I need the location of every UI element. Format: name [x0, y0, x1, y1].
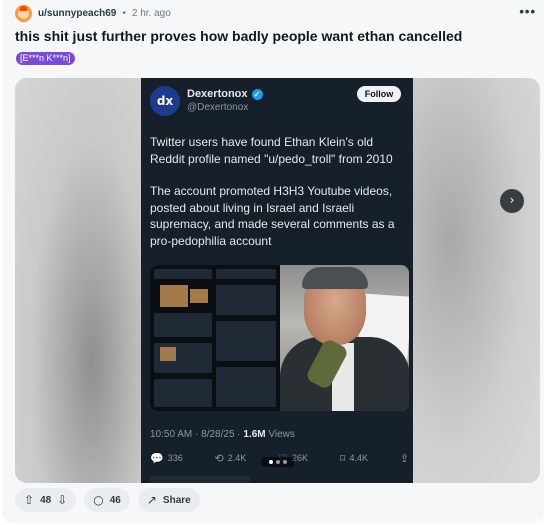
tweet-share: ⇪ — [400, 451, 409, 465]
post-time: 2 hr. ago — [131, 7, 171, 19]
tweet-replies: 💬 336 — [150, 451, 183, 465]
reply-icon: 💬 — [150, 451, 164, 465]
tweet-retweets: ⟲ 2.4K — [215, 451, 247, 465]
tweet-meta: 10:50 AM · 8/28/25 · 1.6M Views — [150, 429, 295, 440]
upvote-icon[interactable]: ⇧ — [24, 493, 34, 507]
tweet-paragraph-2: The account promoted H3H3 Youtube videos… — [150, 184, 395, 248]
tweet-bookmarks: ⌑ 4.4K — [340, 451, 368, 465]
tweet-views-count: 1.6M — [243, 429, 266, 440]
tweet-text: Twitter users have found Ethan Klein's o… — [150, 134, 408, 265]
comments-count: 46 — [109, 494, 121, 506]
post-card: u/sunnypeach69 • 2 hr. ago ••• this shit… — [3, 0, 544, 523]
post-flair[interactable]: [E***n K***n] — [16, 52, 75, 65]
post-title[interactable]: this shit just further proves how badly … — [15, 28, 535, 44]
reddit-profile-screenshot — [150, 265, 280, 411]
tweet-display-name: Dexertonox — [187, 88, 248, 100]
post-media-carousel[interactable]: dx Dexertonox ✓ @Dexertonox Follow Twitt… — [15, 78, 540, 483]
carousel-dot-1[interactable] — [269, 460, 273, 464]
tweet-media — [150, 265, 409, 411]
tweet-retweets-count: 2.4K — [227, 453, 247, 463]
carousel-dot-3[interactable] — [283, 460, 287, 464]
tweet-truncated-line — [150, 476, 250, 483]
retweet-icon: ⟲ — [214, 451, 224, 465]
media-blur-left — [15, 78, 143, 483]
share-arrow-icon: ↗ — [146, 493, 157, 507]
downvote-icon[interactable]: ⇩ — [57, 493, 67, 507]
vote-count: 48 — [40, 494, 52, 506]
username-link[interactable]: u/sunnypeach69 — [38, 8, 116, 19]
carousel-next-icon[interactable]: › — [500, 189, 524, 213]
tweet-paragraph-1: Twitter users have found Ethan Klein's o… — [150, 135, 393, 166]
person-with-microphone-photo — [280, 265, 409, 411]
meta-separator: • — [122, 7, 126, 19]
tweet-handle: @Dexertonox — [187, 102, 249, 113]
carousel-dot-2[interactable] — [276, 460, 280, 464]
more-options-icon[interactable]: ••• — [519, 4, 536, 19]
post-header: u/sunnypeach69 • 2 hr. ago — [15, 2, 171, 24]
share-label: Share — [162, 494, 191, 506]
user-avatar[interactable] — [15, 4, 32, 22]
tweet-bookmarks-count: 4.4K — [349, 453, 368, 463]
share-icon: ⇪ — [399, 451, 409, 465]
comments-button[interactable]: ○ 46 — [84, 488, 130, 512]
tweet-timestamp: 10:50 AM · 8/28/25 · — [150, 429, 244, 440]
tweet-replies-count: 336 — [167, 453, 183, 463]
vote-pill: ⇧ 48 ⇩ — [15, 488, 77, 512]
tweet-avatar: dx — [150, 86, 180, 116]
comment-icon: ○ — [93, 493, 104, 507]
post-actions-bar: ⇧ 48 ⇩ ○ 46 ↗ Share — [15, 488, 200, 512]
bookmark-icon: ⌑ — [339, 451, 346, 465]
verified-badge-icon: ✓ — [251, 88, 263, 100]
share-button[interactable]: ↗ Share — [137, 488, 200, 512]
tweet-display-name-row: Dexertonox ✓ — [187, 88, 263, 100]
carousel-dots[interactable] — [261, 457, 295, 467]
tweet-screenshot: dx Dexertonox ✓ @Dexertonox Follow Twitt… — [141, 78, 413, 483]
follow-button: Follow — [357, 86, 401, 102]
tweet-views-label: Views — [265, 429, 295, 440]
media-blur-right — [412, 78, 540, 483]
